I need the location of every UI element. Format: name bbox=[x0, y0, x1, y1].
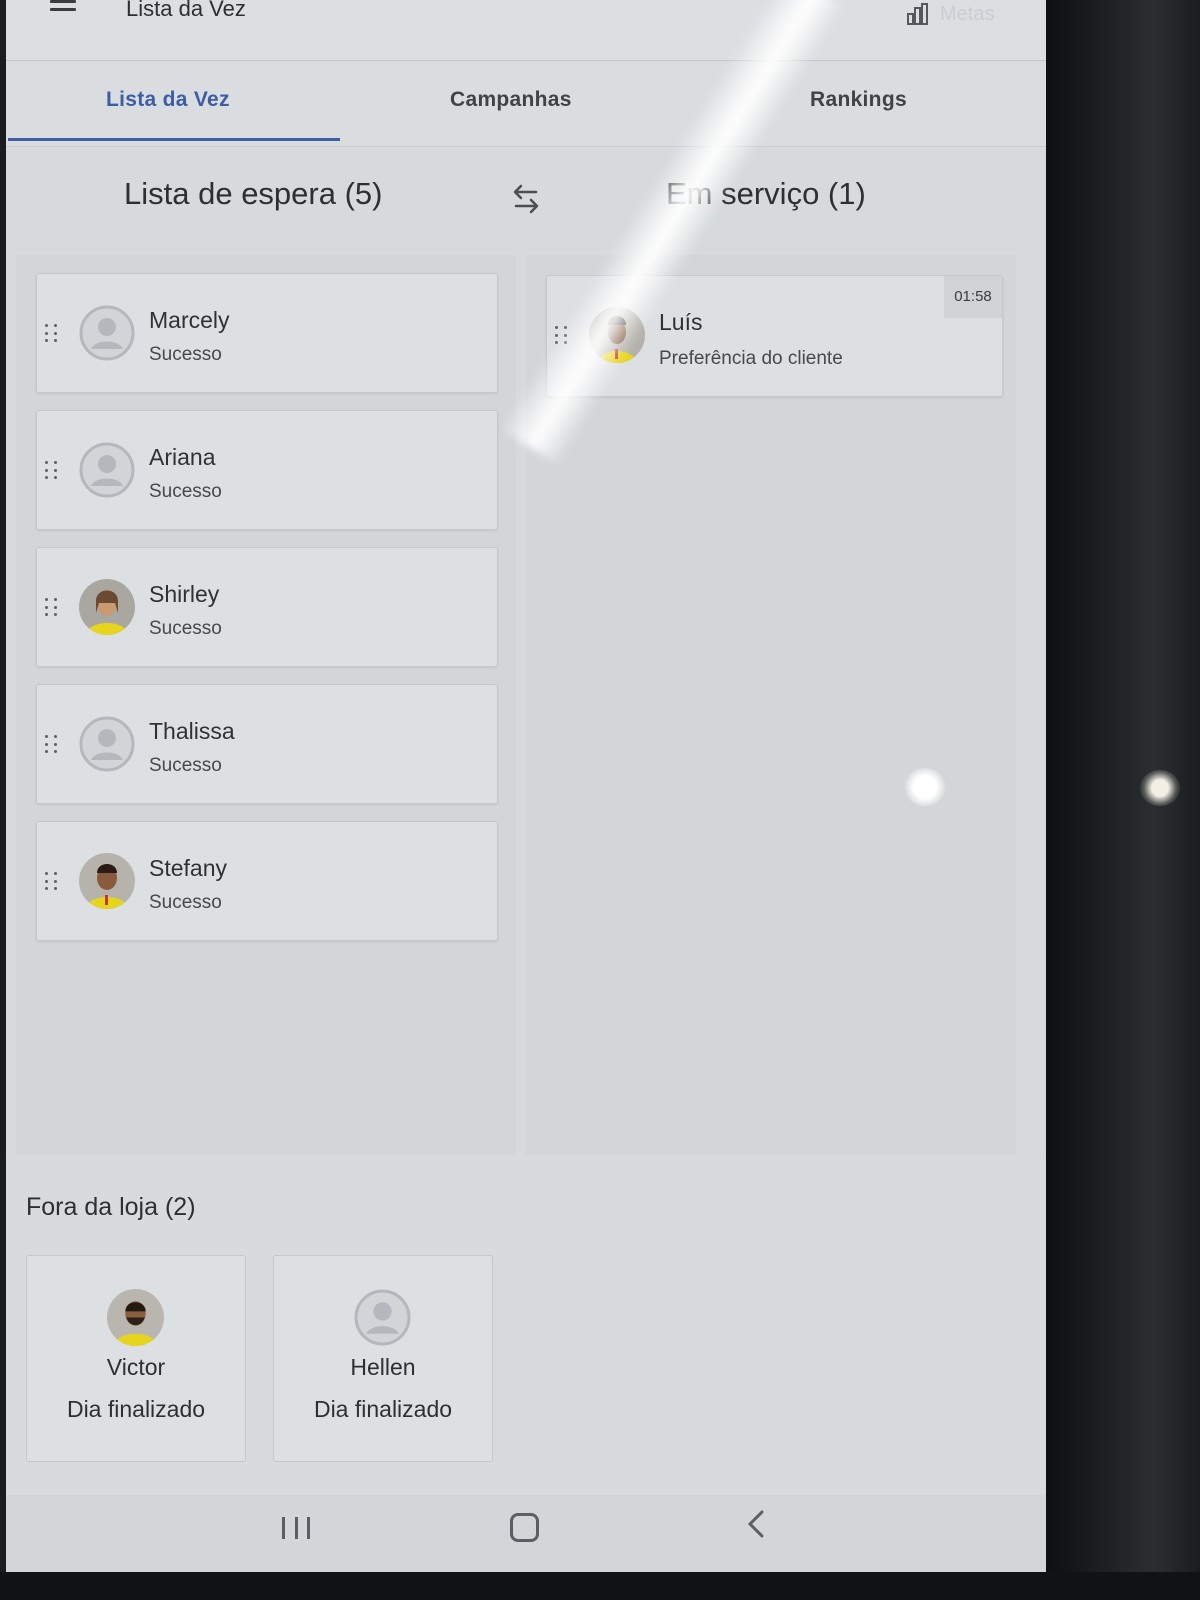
waiting-card[interactable]: Marcely Sucesso bbox=[36, 273, 498, 393]
employee-name: Thalissa bbox=[149, 718, 235, 744]
device-bezel bbox=[1045, 0, 1200, 1600]
outside-card[interactable]: Hellen Dia finalizado bbox=[273, 1255, 493, 1462]
waiting-card[interactable]: Ariana Sucesso bbox=[36, 410, 498, 530]
placeholder-avatar-icon bbox=[79, 716, 135, 772]
employee-status: Sucesso bbox=[149, 618, 222, 639]
service-timer: 01:58 bbox=[944, 276, 1002, 318]
tab-bar: Lista da Vez Campanhas Rankings bbox=[6, 62, 1046, 147]
outside-store-section: Fora da loja (2) Victor Dia finalizado H… bbox=[6, 1155, 1046, 1495]
employee-name: Stefany bbox=[149, 855, 227, 881]
home-icon[interactable] bbox=[510, 1513, 539, 1542]
placeholder-avatar-icon bbox=[79, 442, 135, 498]
drag-handle-icon[interactable] bbox=[45, 598, 59, 618]
swap-arrows-icon[interactable] bbox=[506, 180, 546, 220]
waiting-card[interactable]: Stefany Sucesso bbox=[36, 821, 498, 941]
device-bezel-bottom bbox=[0, 1572, 1200, 1600]
employee-status: Sucesso bbox=[149, 481, 222, 502]
waiting-card[interactable]: Shirley Sucesso bbox=[36, 547, 498, 667]
hamburger-menu-icon[interactable] bbox=[50, 0, 76, 22]
employee-status: Sucesso bbox=[149, 892, 222, 913]
employee-name: Hellen bbox=[350, 1354, 416, 1380]
drag-handle-icon[interactable] bbox=[45, 461, 59, 481]
employee-status: Dia finalizado bbox=[313, 1396, 453, 1422]
app-bar: Lista da Vez Metas bbox=[6, 0, 1046, 61]
employee-name: Shirley bbox=[149, 581, 220, 607]
employee-name: Victor bbox=[106, 1354, 166, 1380]
employee-status: Preferência do cliente bbox=[659, 348, 843, 369]
tab-campanhas[interactable]: Campanhas bbox=[450, 88, 572, 112]
light-reflection bbox=[904, 768, 946, 806]
employee-status: Sucesso bbox=[149, 344, 222, 365]
employee-status: Dia finalizado bbox=[66, 1396, 206, 1422]
employee-name: Luís bbox=[659, 309, 703, 335]
outside-store-title: Fora da loja (2) bbox=[26, 1193, 196, 1221]
metas-button[interactable]: Metas bbox=[906, 2, 994, 26]
placeholder-avatar-icon bbox=[354, 1289, 411, 1346]
employee-status: Sucesso bbox=[149, 755, 222, 776]
waiting-list: Marcely Sucesso Ariana Sucesso Shirley S… bbox=[16, 255, 516, 1155]
active-tab-indicator bbox=[8, 138, 340, 141]
outside-card[interactable]: Victor Dia finalizado bbox=[26, 1255, 246, 1462]
tab-rankings[interactable]: Rankings bbox=[810, 88, 907, 112]
system-nav-bar bbox=[6, 1495, 1046, 1572]
employee-photo bbox=[79, 579, 135, 635]
recent-apps-icon[interactable] bbox=[282, 1517, 310, 1539]
drag-handle-icon[interactable] bbox=[45, 872, 59, 892]
waiting-card[interactable]: Thalissa Sucesso bbox=[36, 684, 498, 804]
employee-photo bbox=[107, 1289, 164, 1346]
placeholder-avatar-icon bbox=[79, 305, 135, 361]
employee-name: Ariana bbox=[149, 444, 216, 470]
waiting-list-title: Lista de espera (5) bbox=[124, 176, 383, 211]
employee-name: Marcely bbox=[149, 307, 230, 333]
bezel-reflection bbox=[1140, 770, 1180, 806]
drag-handle-icon[interactable] bbox=[45, 324, 59, 344]
back-icon[interactable] bbox=[746, 1509, 766, 1539]
drag-handle-icon[interactable] bbox=[45, 735, 59, 755]
tab-lista-da-vez[interactable]: Lista da Vez bbox=[106, 88, 230, 112]
employee-photo bbox=[79, 853, 135, 909]
metas-label: Metas bbox=[940, 2, 995, 25]
app-screen: Lista da Vez Metas Lista da Vez Campanha… bbox=[6, 0, 1046, 1572]
bar-chart-icon bbox=[907, 3, 928, 25]
page-title: Lista da Vez bbox=[126, 0, 246, 21]
